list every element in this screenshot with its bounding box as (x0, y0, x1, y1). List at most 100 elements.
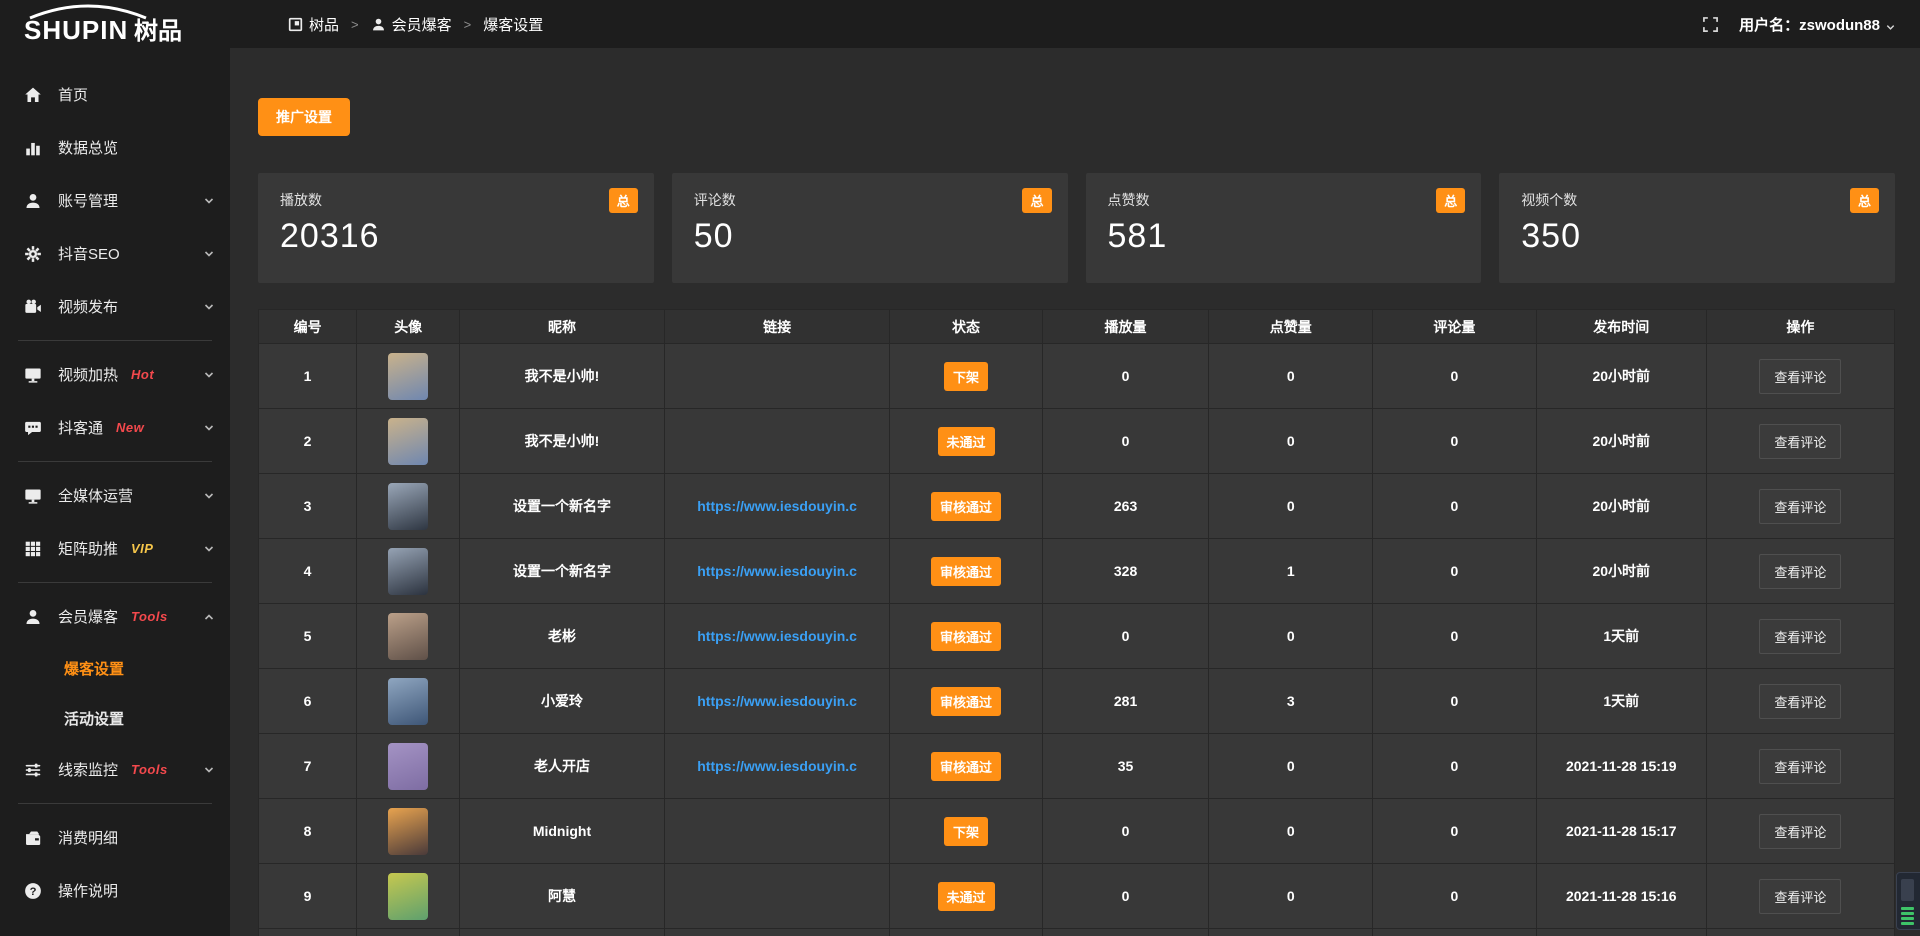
view-comments-button[interactable]: 查看评论 (1759, 554, 1841, 589)
user-icon (371, 17, 386, 32)
stat-card: 视频个数350总 (1499, 173, 1895, 283)
sidebar-item-member-baoke[interactable]: 会员爆客Tools (0, 590, 230, 643)
cell-likes: 0 (1209, 409, 1373, 474)
view-comments-button[interactable]: 查看评论 (1759, 749, 1841, 784)
cell-publish-time: 20小时前 (1536, 474, 1706, 539)
cell-id: 10 (259, 929, 357, 936)
sidebar-item-operation-guide[interactable]: ?操作说明 (0, 864, 230, 917)
cell-avatar (357, 474, 460, 539)
table-row: 5老彬https://www.iesdouyin.c审核通过0001天前查看评论 (259, 604, 1895, 669)
view-comments-button[interactable]: 查看评论 (1759, 359, 1841, 394)
cell-link: https://www.iesdouyin.c (664, 734, 890, 799)
stat-value: 20316 (280, 217, 632, 256)
table-row: 2我不是小帅!未通过00020小时前查看评论 (259, 409, 1895, 474)
topbar-right: 用户名：zswodun88 (1702, 0, 1896, 48)
help-icon: ? (24, 882, 42, 900)
video-link[interactable]: https://www.iesdouyin.c (697, 693, 857, 709)
cell-likes: 0 (1209, 474, 1373, 539)
status-badge: 审核通过 (931, 622, 1001, 651)
brand-logo-graphic: SHUPIN 树品 (16, 3, 206, 45)
sidebar-item-home[interactable]: 首页 (0, 68, 230, 121)
cell-plays: 0 (1042, 864, 1209, 929)
sidebar-item-data-overview[interactable]: 数据总览 (0, 121, 230, 174)
sidebar-item-label: 账号管理 (58, 190, 118, 211)
sidebar-subitem-baoke-setting[interactable]: 爆客设置 (0, 643, 230, 693)
stat-value: 350 (1521, 217, 1873, 256)
sidebar-badge: Hot (131, 367, 154, 382)
sidebar-subitem-activity-setting[interactable]: 活动设置 (0, 693, 230, 743)
cell-comments: 0 (1373, 669, 1537, 734)
view-comments-button[interactable]: 查看评论 (1759, 424, 1841, 459)
column-header: 评论量 (1373, 310, 1537, 344)
sidebar-item-douyin-seo[interactable]: 抖音SEO (0, 227, 230, 280)
logo-text-cn: 树品 (134, 18, 182, 45)
cell-status: 下架 (890, 344, 1042, 409)
promo-settings-button[interactable]: 推广设置 (258, 98, 350, 136)
main-content: 推广设置 播放数20316总评论数50总点赞数581总视频个数350总 编号头像… (230, 48, 1920, 936)
sidebar-item-consume-detail[interactable]: 消费明细 (0, 811, 230, 864)
avatar (388, 418, 428, 465)
cell-action: 查看评论 (1706, 344, 1894, 409)
sidebar-item-label: 首页 (58, 84, 88, 105)
video-link[interactable]: https://www.iesdouyin.c (697, 758, 857, 774)
cell-publish-time: 2021-11-28 15:17 (1536, 799, 1706, 864)
video-link[interactable]: https://www.iesdouyin.c (697, 498, 857, 514)
app-icon (288, 17, 303, 32)
breadcrumb-item[interactable]: 树品 (288, 14, 339, 35)
sidebar-item-label: 抖客通 (58, 417, 103, 438)
stat-card: 播放数20316总 (258, 173, 654, 283)
cell-plays: 328 (1042, 539, 1209, 604)
view-comments-button[interactable]: 查看评论 (1759, 489, 1841, 524)
sidebar-item-video-heat[interactable]: 视频加热Hot (0, 348, 230, 401)
chevron-down-icon (203, 301, 215, 313)
avatar (388, 743, 428, 790)
cell-avatar (357, 539, 460, 604)
sidebar-item-label: 抖音SEO (58, 243, 120, 264)
video-icon (24, 298, 42, 316)
video-link[interactable]: https://www.iesdouyin.c (697, 628, 857, 644)
cell-plays: 0 (1042, 799, 1209, 864)
stats-row: 播放数20316总评论数50总点赞数581总视频个数350总 (258, 173, 1895, 283)
sidebar-item-media-operation[interactable]: 全媒体运营 (0, 469, 230, 522)
cell-link: https://www.iesdouyin.c (664, 669, 890, 734)
cell-status: 未通过 (890, 864, 1042, 929)
stat-card: 点赞数581总 (1086, 173, 1482, 283)
user-icon (24, 192, 42, 210)
sidebar-item-account-manage[interactable]: 账号管理 (0, 174, 230, 227)
breadcrumb-item[interactable]: 会员爆客 (371, 14, 452, 35)
sidebar-badge: Tools (131, 762, 168, 777)
view-comments-button[interactable]: 查看评论 (1759, 619, 1841, 654)
cell-action: 查看评论 (1706, 604, 1894, 669)
sidebar-item-matrix-boost[interactable]: 矩阵助推VIP (0, 522, 230, 575)
sidebar-item-video-publish[interactable]: 视频发布 (0, 280, 230, 333)
cell-nickname: 我不是小帅! (460, 409, 665, 474)
cell-link: https://www.iesdouyin.c (664, 474, 890, 539)
monitor-icon (24, 487, 42, 505)
view-comments-button[interactable]: 查看评论 (1759, 814, 1841, 849)
gear-icon (24, 245, 42, 263)
cell-comments: 0 (1373, 409, 1537, 474)
cell-link (664, 344, 890, 409)
breadcrumb: 树品>会员爆客>爆客设置 (288, 14, 543, 35)
breadcrumb-separator: > (351, 17, 359, 32)
view-comments-button[interactable]: 查看评论 (1759, 684, 1841, 719)
status-badge: 审核通过 (931, 492, 1001, 521)
breadcrumb-separator: > (464, 17, 472, 32)
cell-publish-time: 1天前 (1536, 669, 1706, 734)
cell-nickname: 设置一个新名字 (460, 474, 665, 539)
cell-action: 查看评论 (1706, 474, 1894, 539)
sidebar-item-douketong[interactable]: 抖客通New (0, 401, 230, 454)
cell-comments: 0 (1373, 799, 1537, 864)
sidebar-item-label: 全媒体运营 (58, 485, 133, 506)
cell-status: 审核通过 (890, 669, 1042, 734)
fullscreen-icon[interactable] (1702, 16, 1719, 33)
status-badge: 审核通过 (931, 752, 1001, 781)
video-link[interactable]: https://www.iesdouyin.c (697, 563, 857, 579)
cell-publish-time: 1天前 (1536, 604, 1706, 669)
sidebar-item-clue-monitor[interactable]: 线索监控Tools (0, 743, 230, 796)
cell-plays: 0 (1042, 409, 1209, 474)
stat-label: 点赞数 (1108, 190, 1460, 210)
floating-widget[interactable] (1896, 872, 1920, 930)
view-comments-button[interactable]: 查看评论 (1759, 879, 1841, 914)
user-menu[interactable]: 用户名：zswodun88 (1739, 14, 1896, 35)
